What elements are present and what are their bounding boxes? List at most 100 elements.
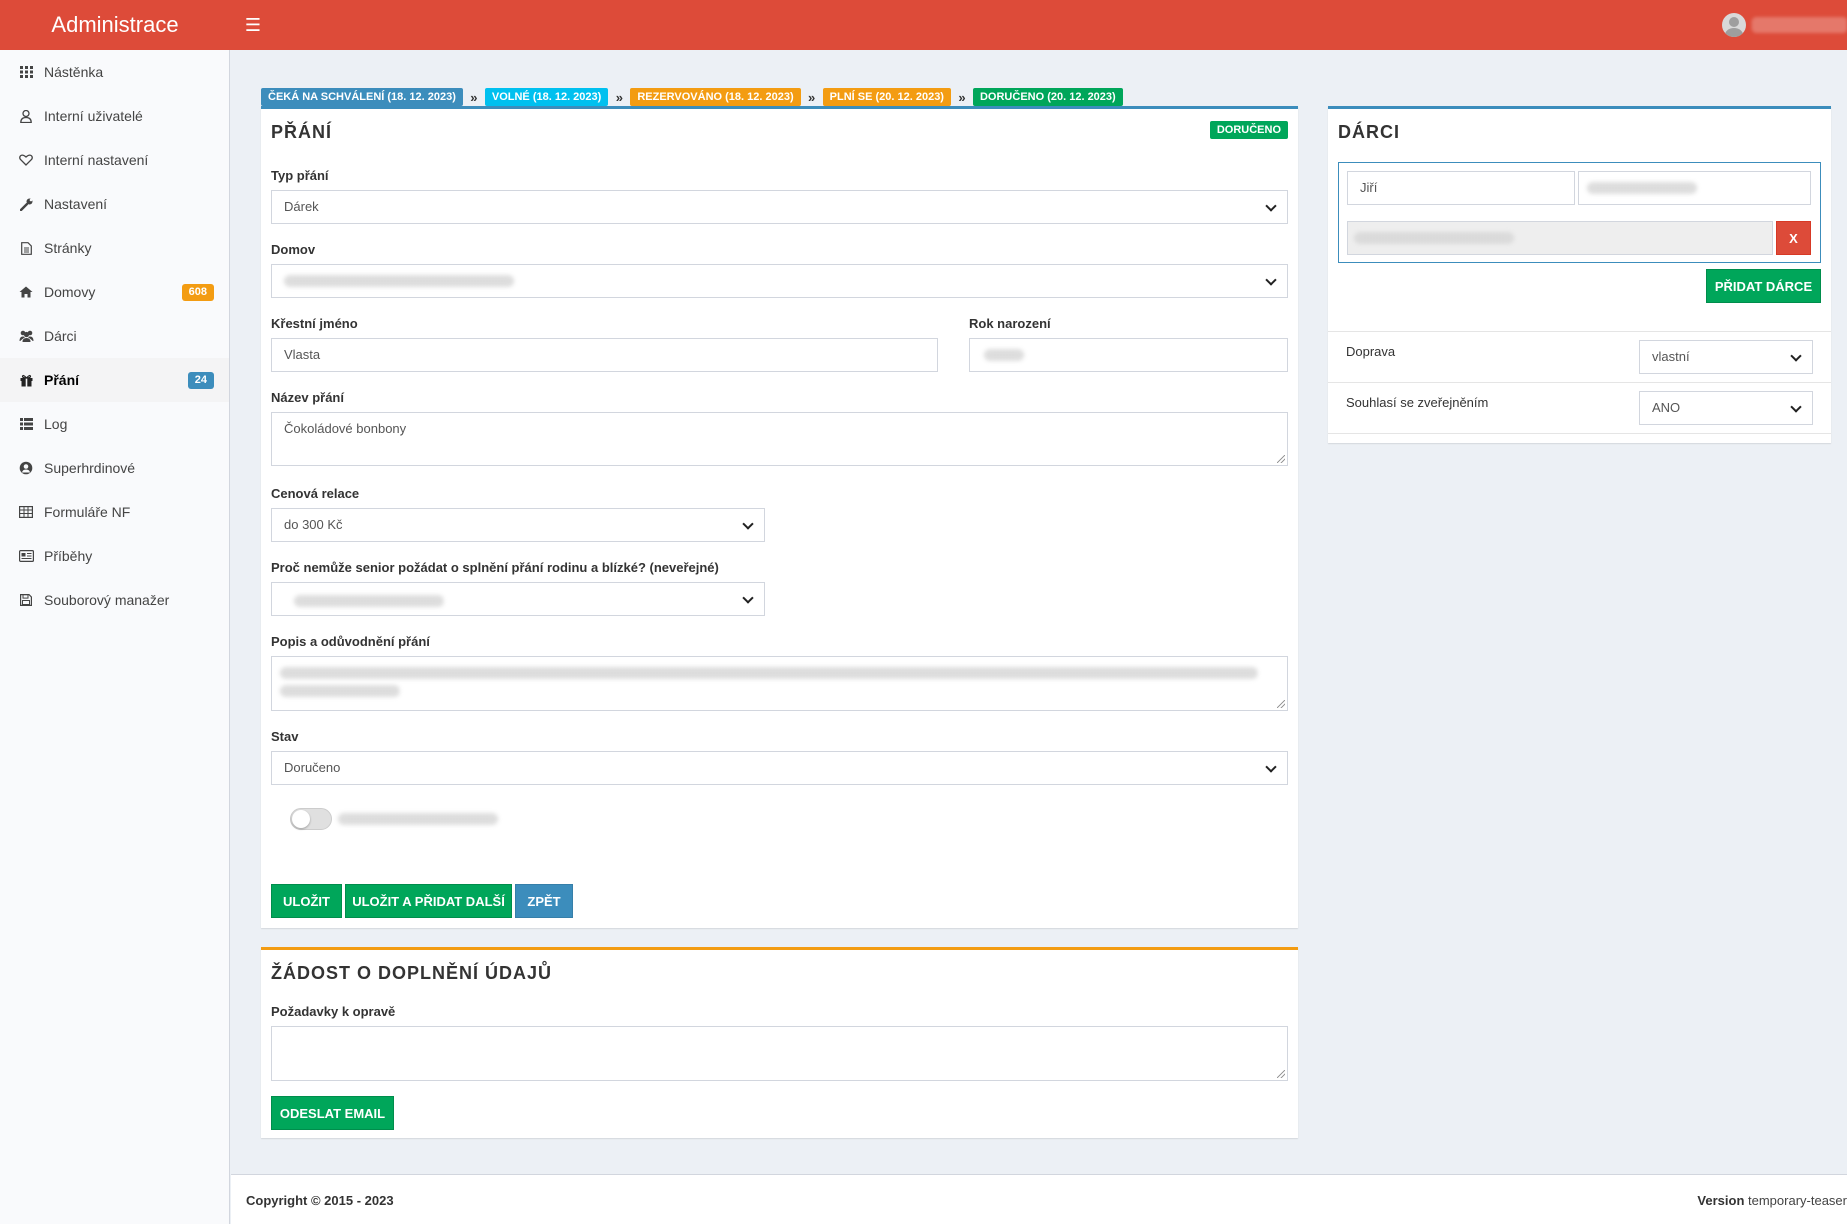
type-value: Dárek <box>284 199 319 214</box>
donor-first-name-value: Jiří <box>1360 180 1378 195</box>
birth-year-input[interactable] <box>969 338 1288 372</box>
sidebar: Nástěnka Interní uživatelé Interní nasta… <box>0 50 230 1224</box>
box-title: PŘÁNÍ <box>271 122 333 142</box>
consent-select[interactable]: ANO <box>1639 391 1813 425</box>
sidebar-item-superhrdinove[interactable]: Superhrdinové <box>0 446 229 490</box>
sidebar-item-stranky[interactable]: Stránky <box>0 226 229 270</box>
sidebar-item-nastenka[interactable]: Nástěnka <box>0 50 229 94</box>
add-donor-button[interactable]: PŘIDAT DÁRCE <box>1706 269 1821 303</box>
redacted-toggle-label <box>338 813 498 825</box>
user-name-redacted[interactable] <box>1752 17 1847 33</box>
corrections-textarea[interactable] <box>271 1026 1288 1081</box>
wish-name-textarea[interactable]: Čokoládové bonbony <box>271 412 1288 466</box>
sidebar-item-domovy[interactable]: Domovy 608 <box>0 270 229 314</box>
version-label: Version <box>1697 1193 1745 1208</box>
save-button[interactable]: ULOŽIT <box>271 884 342 918</box>
publish-toggle[interactable] <box>290 808 332 830</box>
transport-label: Doprava <box>1346 344 1396 359</box>
sidebar-item-label: Nastavení <box>44 196 108 212</box>
home-icon <box>18 284 34 300</box>
state-label: Stav <box>271 729 299 744</box>
version-value: temporary-teaser <box>1748 1193 1847 1208</box>
transport-select[interactable]: vlastní <box>1639 340 1813 374</box>
birth-year-label: Rok narození <box>969 316 1051 331</box>
sidebar-item-label: Souborový manažer <box>44 592 170 608</box>
sidebar-item-label: Formuláře NF <box>44 504 131 520</box>
wish-name-value: Čokoládové bonbony <box>284 421 407 436</box>
description-textarea[interactable] <box>271 656 1288 711</box>
sidebar-item-interni-uzivatele[interactable]: Interní uživatelé <box>0 94 229 138</box>
wrench-icon <box>18 196 34 212</box>
sidebar-item-label: Dárci <box>44 328 77 344</box>
table-icon <box>18 504 34 520</box>
redacted-value <box>284 275 514 287</box>
consent-row: Souhlasí se zveřejněním ANO <box>1328 382 1831 433</box>
save-icon <box>18 592 34 608</box>
wish-form-box: PŘÁNÍ DORUČENO Typ přání Dárek Domov Kře… <box>261 106 1298 928</box>
sidebar-item-label: Log <box>44 416 68 432</box>
back-button[interactable]: ZPĚT <box>515 884 573 918</box>
sidebar-item-pribehy[interactable]: Příběhy <box>0 534 229 578</box>
sidebar-item-souborovy-manazer[interactable]: Souborový manažer <box>0 578 229 622</box>
footer: Copyright © 2015 - 2023 Version temporar… <box>231 1174 1847 1224</box>
step-in-progress: PLNÍ SE (20. 12. 2023) <box>822 88 951 106</box>
newspaper-icon <box>18 548 34 564</box>
sidebar-item-nastaveni[interactable]: Nastavení <box>0 182 229 226</box>
type-select[interactable]: Dárek <box>271 190 1288 224</box>
gift-icon <box>18 372 34 388</box>
double-chevron-right-icon: » <box>470 89 478 105</box>
donor-first-name-input[interactable]: Jiří <box>1347 171 1575 205</box>
price-select[interactable]: do 300 Kč <box>271 508 765 542</box>
donors-box: DÁRCI Jiří X PŘIDAT DÁRCE Doprava vlastn… <box>1328 106 1831 443</box>
app-logo[interactable]: Administrace <box>0 0 230 50</box>
table-divider <box>1328 433 1831 434</box>
firstname-value: Vlasta <box>284 347 321 362</box>
heart-icon <box>18 152 34 168</box>
redacted-value <box>1354 232 1514 244</box>
step-awaiting-approval: ČEKÁ NA SCHVÁLENÍ (18. 12. 2023) <box>261 88 463 106</box>
count-badge: 24 <box>187 372 214 389</box>
user-avatar[interactable] <box>1722 13 1746 37</box>
sidebar-item-log[interactable]: Log <box>0 402 229 446</box>
version-text: Version temporary-teaser <box>1697 1193 1847 1208</box>
box-title: DÁRCI <box>1338 122 1400 142</box>
sidebar-item-label: Superhrdinové <box>44 460 136 476</box>
redacted-value <box>294 595 444 607</box>
sidebar-item-darci[interactable]: Dárci <box>0 314 229 358</box>
price-value: do 300 Kč <box>284 517 343 532</box>
sidebar-item-label: Domovy <box>44 284 96 300</box>
count-badge: 608 <box>181 284 214 301</box>
price-label: Cenová relace <box>271 486 360 501</box>
double-chevron-right-icon: » <box>615 89 623 105</box>
home-select[interactable] <box>271 264 1288 298</box>
sidebar-item-label: Příběhy <box>44 548 93 564</box>
status-badge: DORUČENO <box>1209 121 1288 139</box>
status-steps: ČEKÁ NA SCHVÁLENÍ (18. 12. 2023) » VOLNÉ… <box>261 88 1123 106</box>
firstname-input[interactable]: Vlasta <box>271 338 938 372</box>
sidebar-item-formulare-nf[interactable]: Formuláře NF <box>0 490 229 534</box>
file-icon <box>18 240 34 256</box>
consent-value: ANO <box>1652 400 1681 415</box>
double-chevron-right-icon: » <box>808 89 816 105</box>
description-label: Popis a odůvodnění přání <box>271 634 430 649</box>
wish-name-label: Název přání <box>271 390 344 405</box>
users-icon <box>18 328 34 344</box>
save-and-add-button[interactable]: ULOŽIT A PŘIDAT DALŠÍ <box>345 884 512 918</box>
donor-email-input[interactable] <box>1347 221 1773 255</box>
remove-donor-button[interactable]: X <box>1776 221 1811 255</box>
transport-row: Doprava vlastní <box>1328 331 1831 382</box>
state-select[interactable]: Doručeno <box>271 751 1288 785</box>
reason-select[interactable] <box>271 582 765 616</box>
data-request-box: ŽÁDOST O DOPLNĚNÍ ÚDAJŮ Požadavky k opra… <box>261 947 1298 1138</box>
top-navbar: Administrace ☰ <box>0 0 1847 50</box>
user-circle-icon <box>18 460 34 476</box>
sidebar-item-label: Interní uživatelé <box>44 108 143 124</box>
sidebar-item-prani[interactable]: Přání 24 <box>0 358 229 402</box>
donor-last-name-input[interactable] <box>1578 171 1811 205</box>
copyright-text: Copyright © 2015 - 2023 <box>246 1193 394 1208</box>
redacted-value <box>984 349 1024 361</box>
sidebar-item-label: Nástěnka <box>44 64 104 80</box>
sidebar-item-interni-nastaveni[interactable]: Interní nastavení <box>0 138 229 182</box>
menu-toggle-icon[interactable]: ☰ <box>240 12 266 38</box>
send-email-button[interactable]: ODESLAT EMAIL <box>271 1096 394 1130</box>
